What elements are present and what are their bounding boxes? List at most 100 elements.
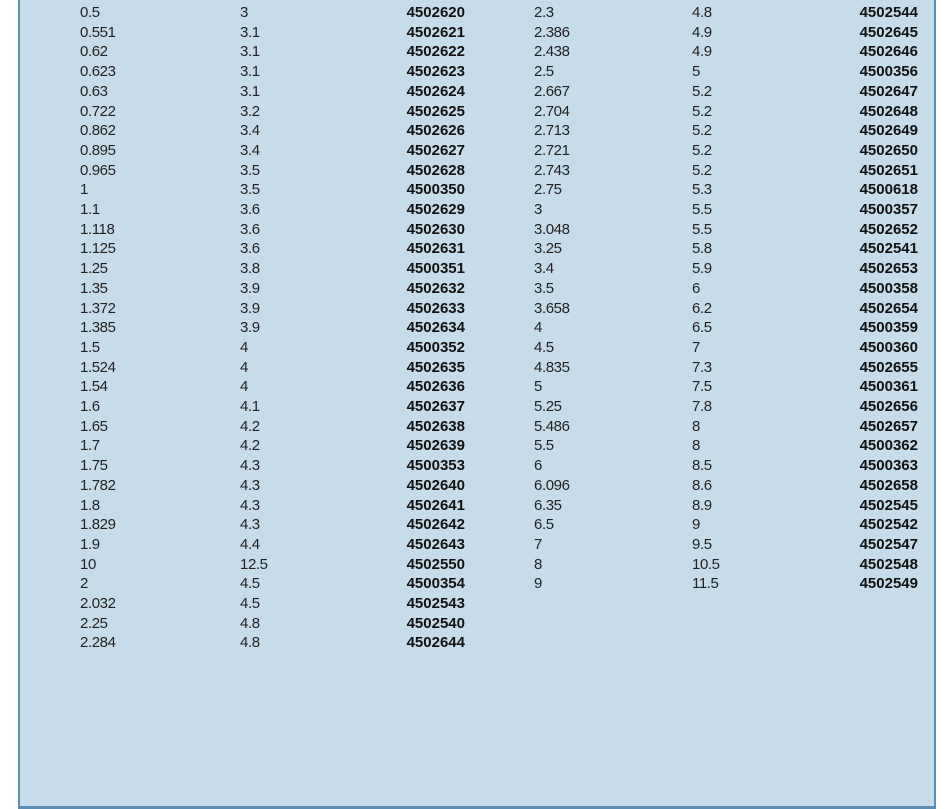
table-row: 8 10.5 4502548 bbox=[0, 555, 918, 575]
length-cell: 5.5 bbox=[692, 220, 712, 238]
table-row: 9 11.5 4502549 bbox=[0, 574, 918, 594]
diameter-cell: 4.835 bbox=[534, 358, 570, 376]
part-number-cell: 4500618 bbox=[859, 181, 918, 199]
length-cell: 9.5 bbox=[692, 535, 712, 553]
table-row: 2.5 5 4500356 bbox=[0, 62, 918, 82]
diameter-cell: 2.667 bbox=[534, 82, 570, 100]
table-row: 2.704 5.2 4502648 bbox=[0, 102, 918, 122]
part-number-cell: 4502540 bbox=[406, 614, 465, 632]
table-row: 3.5 6 4500358 bbox=[0, 279, 918, 299]
table-row: 2.3 4.8 4502544 bbox=[0, 3, 918, 23]
diameter-cell: 2.032 bbox=[80, 595, 116, 612]
diameter-cell: 3.25 bbox=[534, 240, 562, 258]
part-number-cell: 4502542 bbox=[859, 516, 918, 534]
diameter-cell: 5.486 bbox=[534, 417, 570, 435]
length-cell: 8.6 bbox=[692, 476, 712, 494]
part-number-cell: 4502647 bbox=[859, 82, 918, 100]
table-row: 3.4 5.9 4502653 bbox=[0, 259, 918, 279]
part-number-cell: 4500358 bbox=[859, 279, 918, 297]
length-cell: 4.5 bbox=[240, 595, 260, 612]
length-cell: 4.9 bbox=[692, 43, 712, 61]
diameter-cell: 9 bbox=[534, 575, 542, 593]
table-row: 2.743 5.2 4502651 bbox=[0, 161, 918, 181]
part-number-cell: 4502644 bbox=[406, 634, 465, 652]
length-cell: 6 bbox=[692, 279, 700, 297]
part-number-cell: 4500356 bbox=[859, 63, 918, 81]
diameter-cell: 4 bbox=[534, 319, 542, 337]
length-cell: 7.3 bbox=[692, 358, 712, 376]
length-cell: 4.9 bbox=[692, 23, 712, 41]
length-cell: 7.8 bbox=[692, 398, 712, 415]
length-cell: 7.5 bbox=[692, 378, 712, 396]
table-row: 6 8.5 4500363 bbox=[0, 456, 918, 476]
diameter-cell: 2.704 bbox=[534, 102, 570, 120]
diameter-cell: 3 bbox=[534, 201, 542, 218]
diameter-cell: 3.5 bbox=[534, 279, 554, 297]
diameter-cell: 2.438 bbox=[534, 43, 570, 61]
table-row: 2.721 5.2 4502650 bbox=[0, 141, 918, 161]
length-cell: 11.5 bbox=[692, 575, 719, 593]
diameter-cell: 2.386 bbox=[534, 23, 570, 41]
table-row: 2.438 4.9 4502646 bbox=[0, 42, 918, 62]
length-cell: 6.2 bbox=[692, 299, 712, 317]
part-number-cell: 4502658 bbox=[859, 476, 918, 494]
part-number-cell: 4502548 bbox=[859, 555, 918, 573]
part-number-cell: 4500360 bbox=[859, 338, 918, 356]
table-row: 2.713 5.2 4502649 bbox=[0, 121, 918, 141]
length-cell: 8 bbox=[692, 437, 700, 455]
diameter-cell: 2.25 bbox=[80, 614, 108, 632]
table-row: 6.096 8.6 4502658 bbox=[0, 476, 918, 496]
length-cell: 4.8 bbox=[240, 634, 260, 652]
table-row: 2.032 4.5 4502543 bbox=[0, 594, 465, 614]
length-cell: 5.2 bbox=[692, 122, 712, 140]
length-cell: 5.8 bbox=[692, 240, 712, 258]
length-cell: 5.3 bbox=[692, 181, 712, 199]
table-row: 6.5 9 4502542 bbox=[0, 515, 918, 535]
part-number-cell: 4502655 bbox=[859, 358, 918, 376]
diameter-cell: 2.713 bbox=[534, 122, 570, 140]
table-row: 3 5.5 4500357 bbox=[0, 200, 918, 220]
diameter-cell: 6.096 bbox=[534, 476, 570, 494]
table-row: 3.048 5.5 4502652 bbox=[0, 220, 918, 240]
diameter-cell: 2.3 bbox=[534, 4, 554, 21]
part-number-cell: 4500363 bbox=[859, 457, 918, 475]
diameter-cell: 4.5 bbox=[534, 338, 554, 356]
table-row: 2.386 4.9 4502645 bbox=[0, 23, 918, 43]
diameter-cell: 2.284 bbox=[80, 634, 116, 652]
diameter-cell: 5 bbox=[534, 378, 542, 396]
part-number-cell: 4500362 bbox=[859, 437, 918, 455]
part-number-cell: 4502646 bbox=[859, 43, 918, 61]
part-number-cell: 4502545 bbox=[859, 496, 918, 514]
table-row: 4.835 7.3 4502655 bbox=[0, 358, 918, 378]
part-number-cell: 4502645 bbox=[859, 23, 918, 41]
length-cell: 4.8 bbox=[692, 4, 712, 21]
length-cell: 8 bbox=[692, 417, 700, 435]
length-cell: 9 bbox=[692, 516, 700, 534]
part-number-cell: 4502541 bbox=[859, 240, 918, 258]
diameter-cell: 5.5 bbox=[534, 437, 554, 455]
table-row: 4 6.5 4500359 bbox=[0, 318, 918, 338]
part-number-cell: 4502649 bbox=[859, 122, 918, 140]
table-row: 5.486 8 4502657 bbox=[0, 417, 918, 437]
diameter-cell: 2.5 bbox=[534, 63, 554, 81]
part-number-cell: 4502653 bbox=[859, 260, 918, 278]
length-cell: 8.9 bbox=[692, 496, 712, 514]
diameter-cell: 2.75 bbox=[534, 181, 562, 199]
length-cell: 5.9 bbox=[692, 260, 712, 278]
part-number-cell: 4502648 bbox=[859, 102, 918, 120]
part-number-cell: 4502650 bbox=[859, 141, 918, 159]
table-row: 6.35 8.9 4502545 bbox=[0, 496, 918, 516]
part-number-cell: 4502651 bbox=[859, 161, 918, 179]
part-number-cell: 4502547 bbox=[859, 535, 918, 553]
table-row: 2.25 4.8 4502540 bbox=[0, 614, 465, 634]
length-cell: 5 bbox=[692, 63, 700, 81]
part-number-cell: 4500357 bbox=[859, 201, 918, 218]
length-cell: 6.5 bbox=[692, 319, 712, 337]
diameter-cell: 8 bbox=[534, 555, 542, 573]
length-cell: 5.5 bbox=[692, 201, 712, 218]
table-row: 3.658 6.2 4502654 bbox=[0, 299, 918, 319]
diameter-cell: 3.048 bbox=[534, 220, 570, 238]
table-row: 2.667 5.2 4502647 bbox=[0, 82, 918, 102]
length-cell: 4.8 bbox=[240, 614, 260, 632]
diameter-cell: 6.5 bbox=[534, 516, 554, 534]
